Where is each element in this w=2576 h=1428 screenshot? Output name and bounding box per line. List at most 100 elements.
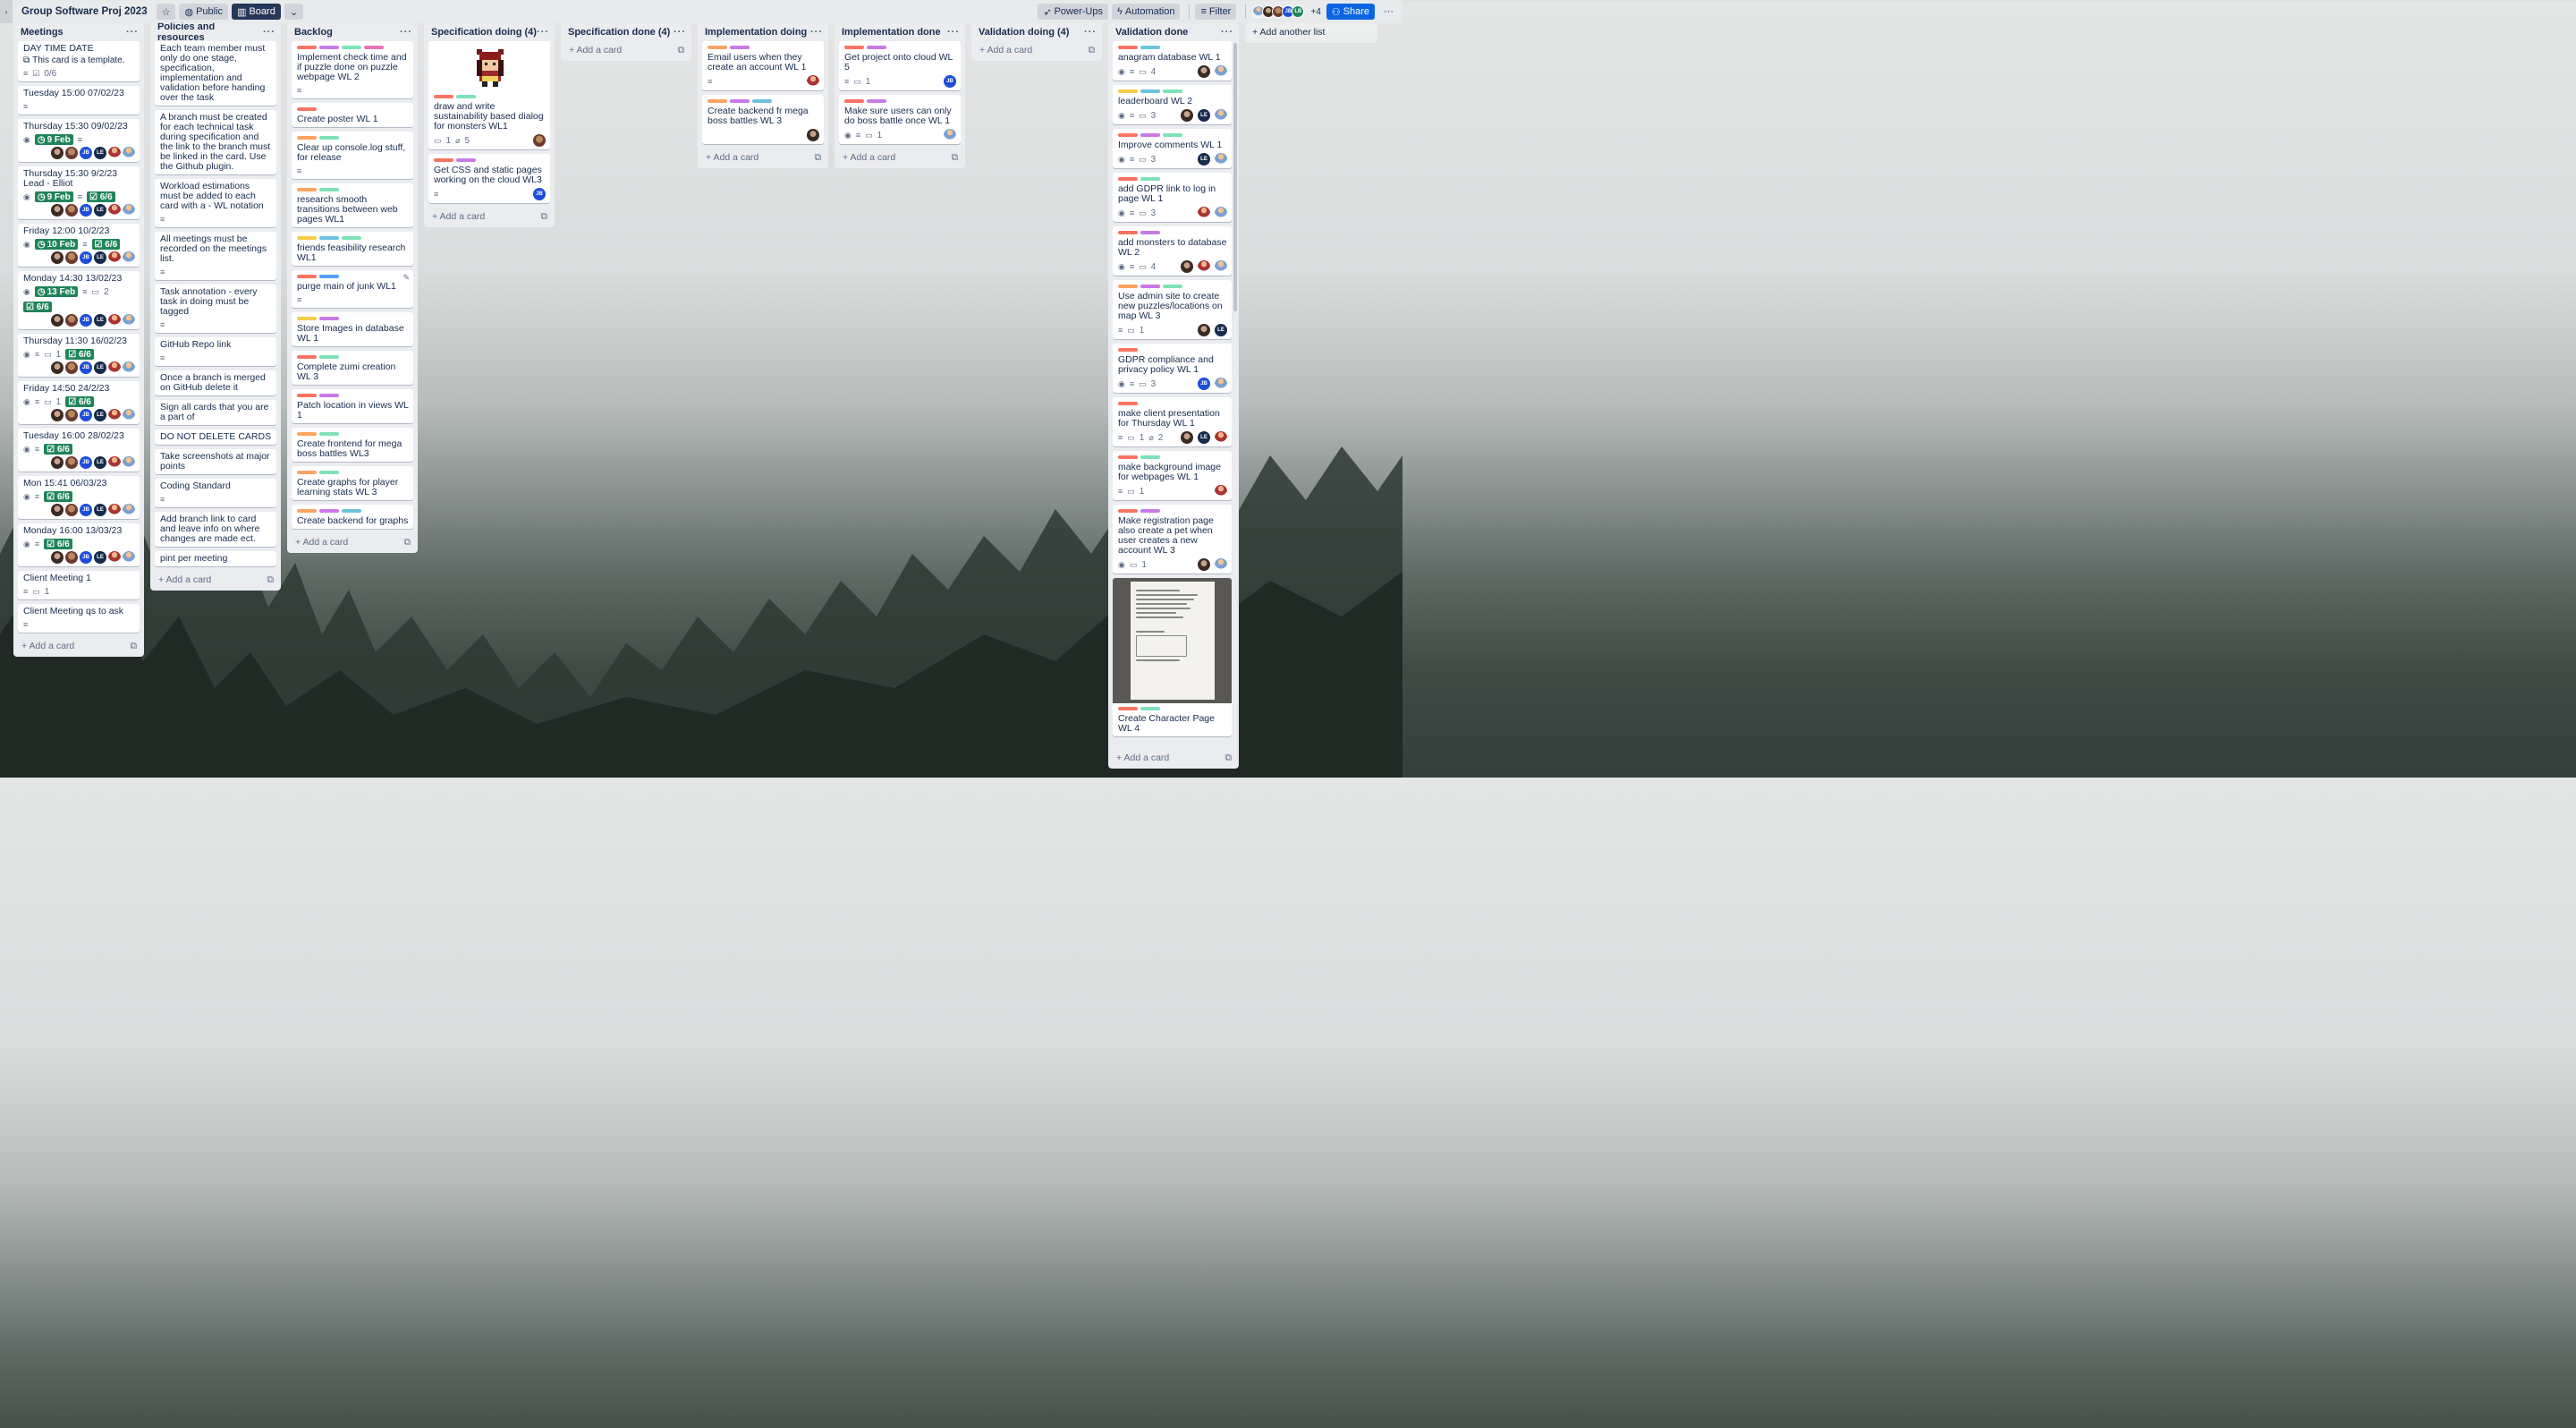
avatar[interactable]	[51, 251, 64, 264]
avatar[interactable]	[944, 129, 956, 141]
card[interactable]: ✎ purge main of junk WL1 ≡	[292, 270, 413, 308]
avatar[interactable]	[108, 456, 121, 469]
card[interactable]: Complete zumi creation WL 3	[292, 351, 413, 385]
avatar[interactable]	[807, 75, 819, 88]
label-red[interactable]	[297, 275, 317, 278]
avatar[interactable]	[108, 361, 121, 374]
avatar[interactable]	[108, 147, 121, 159]
label-purple[interactable]	[1140, 285, 1160, 288]
card[interactable]: Add branch link to card and leave info o…	[155, 512, 276, 547]
card[interactable]: Improve comments WL 1 ◉ ≡ ▭ 3 LE	[1113, 129, 1232, 168]
avatar[interactable]	[1198, 558, 1210, 571]
card[interactable]: Friday 14:50 24/2/23 ◉ ≡ ▭ 1 ☑ 6/6 JB LE	[18, 381, 140, 424]
label-green[interactable]	[319, 355, 339, 359]
add-card-button[interactable]: + Add a card ⧉	[971, 41, 1102, 57]
avatar[interactable]: LE	[94, 147, 106, 159]
card[interactable]: Create backend fr mega boss battles WL 3	[702, 95, 824, 144]
card[interactable]: A branch must be created for each techni…	[155, 110, 276, 174]
label-red[interactable]	[1118, 133, 1138, 137]
avatar[interactable]: LE	[94, 551, 106, 564]
label-red[interactable]	[1118, 509, 1138, 513]
card[interactable]: Sign all cards that you are a part of	[155, 400, 276, 425]
label-purple[interactable]	[1140, 509, 1160, 513]
label-blue[interactable]	[1140, 46, 1160, 49]
avatar[interactable]	[123, 251, 135, 264]
label-green[interactable]	[1163, 285, 1182, 288]
label-blue[interactable]	[1140, 89, 1160, 93]
avatar[interactable]	[1198, 324, 1210, 336]
avatar[interactable]	[123, 409, 135, 421]
avatar[interactable]	[533, 134, 546, 147]
add-card-button[interactable]: + Add a card ⧉	[561, 41, 691, 57]
avatar[interactable]: JB	[80, 147, 92, 159]
avatar[interactable]	[65, 147, 78, 159]
card[interactable]: Email users when they create an account …	[702, 41, 824, 90]
label-red[interactable]	[1118, 402, 1138, 405]
avatar[interactable]: JB	[80, 251, 92, 264]
label-orange[interactable]	[708, 99, 727, 103]
list-title[interactable]: Specification done (4)	[568, 27, 670, 38]
label-yellow[interactable]	[297, 317, 317, 320]
label-blue[interactable]	[752, 99, 772, 103]
label-red[interactable]	[297, 46, 317, 49]
card[interactable]: Client Meeting 1 ≡ ▭ 1	[18, 571, 140, 599]
avatar[interactable]	[1215, 485, 1227, 497]
list-title[interactable]: Specification doing (4)	[431, 27, 537, 38]
avatar[interactable]: LE	[94, 251, 106, 264]
more-icon[interactable]: ···	[947, 27, 960, 38]
avatar[interactable]	[1215, 109, 1227, 122]
card[interactable]: Workload estimations must be added to ea…	[155, 179, 276, 227]
label-purple[interactable]	[319, 46, 339, 49]
avatar[interactable]	[1181, 260, 1193, 273]
board-menu-button[interactable]: ···	[1378, 4, 1399, 20]
label-green[interactable]	[456, 95, 476, 98]
card[interactable]: Implement check time and if puzzle done …	[292, 41, 413, 98]
card[interactable]: add monsters to database WL 2 ◉ ≡ ▭ 4	[1113, 226, 1232, 276]
more-icon[interactable]: ···	[537, 27, 549, 38]
avatar[interactable]: JB	[80, 361, 92, 374]
avatar[interactable]	[1198, 260, 1210, 273]
more-icon[interactable]: ···	[1221, 27, 1233, 38]
avatar[interactable]	[65, 204, 78, 217]
card[interactable]: Tuesday 15:00 07/02/23 ≡	[18, 86, 140, 115]
more-icon[interactable]: ···	[1084, 27, 1097, 38]
card[interactable]: Mon 15:41 06/03/23 ◉ ≡ ☑ 6/6 JB LE	[18, 476, 140, 519]
automation-button[interactable]: ϟ Automation	[1112, 4, 1181, 20]
card[interactable]: make client presentation for Thursday WL…	[1113, 397, 1232, 446]
avatar[interactable]	[65, 251, 78, 264]
card[interactable]: Monday 14:30 13/02/23 ◉ ◷ 13 Feb ≡ ▭ 2 ☑ 6/6 J…	[18, 271, 140, 329]
avatar[interactable]: LE	[1198, 109, 1210, 122]
add-card-button[interactable]: + Add a card ⧉	[835, 149, 965, 165]
label-red[interactable]	[1118, 455, 1138, 459]
card[interactable]: Use admin site to create new puzzles/loc…	[1113, 280, 1232, 339]
list-title[interactable]: Meetings	[21, 27, 64, 38]
card[interactable]: Get project onto cloud WL 5 ≡ ▭ 1 JB	[839, 41, 961, 90]
avatar[interactable]: JB	[1198, 378, 1210, 390]
label-red[interactable]	[1118, 707, 1138, 710]
label-yellow[interactable]	[1118, 89, 1138, 93]
avatar[interactable]	[51, 361, 64, 374]
share-button[interactable]: ⚇ Share	[1326, 4, 1375, 20]
avatar[interactable]	[807, 129, 819, 141]
label-orange[interactable]	[708, 46, 727, 49]
label-red[interactable]	[1118, 177, 1138, 181]
add-card-button[interactable]: + Add a card ⧉	[698, 149, 828, 165]
avatar[interactable]: LE	[94, 361, 106, 374]
avatar[interactable]	[108, 504, 121, 516]
card[interactable]: Create poster WL 1	[292, 103, 413, 127]
avatar[interactable]	[108, 251, 121, 264]
card[interactable]: Get CSS and static pages working on the …	[428, 154, 550, 203]
avatar[interactable]	[1215, 153, 1227, 166]
view-switcher-button[interactable]: ⌄	[284, 4, 304, 20]
avatar[interactable]	[65, 361, 78, 374]
card[interactable]: Thursday 15:30 09/02/23 ◉ ◷ 9 Feb ≡ JB LE	[18, 119, 140, 162]
label-green[interactable]	[1163, 133, 1182, 137]
label-red[interactable]	[844, 99, 864, 103]
avatar[interactable]: LE	[94, 409, 106, 421]
label-orange[interactable]	[297, 432, 317, 436]
label-green[interactable]	[319, 188, 339, 191]
add-card-button[interactable]: + Add a card ⧉	[424, 208, 555, 224]
template-icon[interactable]: ⧉	[541, 211, 548, 223]
label-red[interactable]	[297, 394, 317, 397]
star-button[interactable]: ☆	[156, 4, 176, 20]
